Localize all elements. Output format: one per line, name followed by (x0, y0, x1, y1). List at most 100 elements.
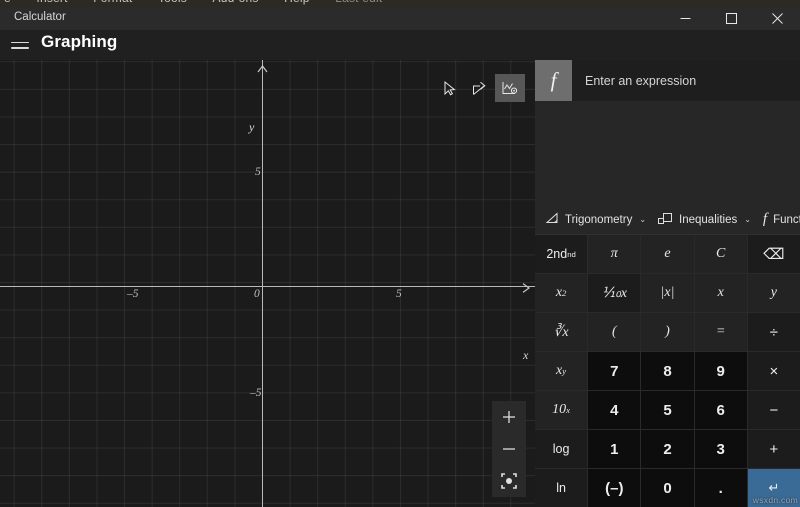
category-function[interactable]: f Function (757, 211, 800, 228)
key-x-squared[interactable]: x2 (535, 274, 587, 312)
key-close-paren[interactable]: ) (641, 313, 693, 351)
y-tick-5: 5 (255, 166, 261, 178)
inequalities-icon (658, 212, 673, 227)
key-label: C (716, 246, 725, 262)
key-label: ⌫ (763, 245, 784, 263)
key-digit-8[interactable]: 8 (641, 352, 693, 390)
key-x-power-y[interactable]: xy (535, 352, 587, 390)
background-menubar: e Insert Format Tools Add-ons Help Last … (0, 0, 800, 7)
key-pi[interactable]: π (588, 235, 640, 273)
function-category-bar: Trigonometry ⌄ Inequalities ⌄ f Function (535, 205, 800, 235)
key-backspace[interactable]: ⌫ (748, 235, 800, 273)
key-label: 5 (663, 402, 671, 419)
key-digit-5[interactable]: 5 (641, 391, 693, 429)
key-digit-4[interactable]: 4 (588, 391, 640, 429)
zoom-in-button[interactable] (492, 401, 526, 433)
key-multiply[interactable]: × (748, 352, 800, 390)
category-trigonometry[interactable]: Trigonometry ⌄ (535, 212, 652, 227)
key-digit-3[interactable]: 3 (695, 430, 747, 468)
equation-panel: f Trigonometry ⌄ Inequalities ⌄ f Functi… (535, 60, 800, 507)
graph-toolbar (435, 74, 525, 102)
key-digit-0[interactable]: 0 (641, 469, 693, 507)
key-label: 1 (610, 441, 618, 458)
function-icon: f (763, 211, 767, 228)
key-second[interactable]: 2ndnd (535, 235, 587, 273)
key-label: 2 (663, 441, 671, 458)
x-tick-0: 0 (254, 288, 260, 300)
window-controls (662, 7, 800, 30)
category-trigonometry-label: Trigonometry (565, 214, 632, 226)
close-button[interactable] (754, 7, 800, 30)
key-label: = (716, 324, 725, 340)
key-label: ÷ (770, 324, 778, 341)
key-digit-9[interactable]: 9 (695, 352, 747, 390)
key-digit-7[interactable]: 7 (588, 352, 640, 390)
key-label: ) (665, 324, 670, 340)
key-label: 4 (610, 402, 618, 419)
key-digit-1[interactable]: 1 (588, 430, 640, 468)
chevron-down-icon: ⌄ (744, 215, 751, 224)
minimize-button[interactable] (662, 7, 708, 30)
key-subtract[interactable]: − (748, 391, 800, 429)
key-label: 6 (717, 402, 725, 419)
background-menubar-items: e Insert Format Tools Add-ons Help Last … (0, 0, 800, 5)
key-cube-root[interactable]: ∛x (535, 313, 587, 351)
key-label: ∛x (554, 324, 569, 341)
key-label: ⅒x (602, 285, 627, 302)
key-equals[interactable]: = (695, 313, 747, 351)
key-label: 10 (552, 402, 566, 418)
keypad: 2ndndπeC⌫x2⅒x|x|xy∛x()=÷xy789×10x456−log… (535, 235, 800, 507)
key-superscript: y (562, 366, 566, 376)
graph-canvas[interactable]: y x –5 0 5 5 –5 (0, 60, 535, 507)
reset-view-button[interactable] (492, 465, 526, 497)
key-label: ln (556, 481, 566, 495)
key-log[interactable]: log (535, 430, 587, 468)
key-digit-6[interactable]: 6 (695, 391, 747, 429)
key-y-variable[interactable]: y (748, 274, 800, 312)
key-label: ↵ (768, 480, 779, 496)
key-add[interactable]: + (748, 430, 800, 468)
bg-menu-item-3: Tools (158, 0, 187, 5)
key-label: 9 (717, 363, 725, 380)
key-divide[interactable]: ÷ (748, 313, 800, 351)
maximize-button[interactable] (708, 7, 754, 30)
key-label: e (664, 246, 670, 262)
x-tick-neg5: –5 (127, 288, 139, 300)
key-label: . (719, 480, 723, 497)
title-bar: Calculator (0, 7, 800, 30)
bg-menu-item-2: Format (93, 0, 132, 5)
key-negate[interactable]: (–) (588, 469, 640, 507)
trigonometry-icon (546, 212, 559, 227)
share-tool-icon[interactable] (465, 74, 495, 102)
graph-settings-tool-icon[interactable] (495, 74, 525, 102)
hamburger-line (11, 47, 29, 49)
key-e[interactable]: e (641, 235, 693, 273)
x-tick-5: 5 (396, 288, 402, 300)
key-label: π (611, 246, 618, 262)
expression-input[interactable] (572, 60, 800, 101)
bg-menu-item-5: Help (284, 0, 309, 5)
x-axis-line (0, 286, 535, 287)
key-ln[interactable]: ln (535, 469, 587, 507)
key-x-variable[interactable]: x (695, 274, 747, 312)
pointer-tool-icon[interactable] (435, 74, 465, 102)
key-digit-2[interactable]: 2 (641, 430, 693, 468)
bg-menu-status: Last edit (335, 0, 382, 5)
category-function-label: Function (773, 214, 800, 226)
key-ten-power-x[interactable]: 10x (535, 391, 587, 429)
key-decimal-point[interactable]: . (695, 469, 747, 507)
hamburger-menu-icon[interactable] (10, 36, 30, 54)
key-open-paren[interactable]: ( (588, 313, 640, 351)
function-f-button[interactable]: f (535, 60, 572, 101)
key-absolute[interactable]: |x| (641, 274, 693, 312)
key-label: 0 (663, 480, 671, 497)
key-reciprocal[interactable]: ⅒x (588, 274, 640, 312)
category-inequalities[interactable]: Inequalities ⌄ (652, 212, 757, 227)
key-label: 8 (663, 363, 671, 380)
calculator-window: e Insert Format Tools Add-ons Help Last … (0, 0, 800, 507)
y-tick-neg5: –5 (250, 387, 262, 399)
key-superscript: x (566, 405, 570, 415)
zoom-out-button[interactable] (492, 433, 526, 465)
key-clear[interactable]: C (695, 235, 747, 273)
chevron-down-icon: ⌄ (639, 215, 646, 224)
